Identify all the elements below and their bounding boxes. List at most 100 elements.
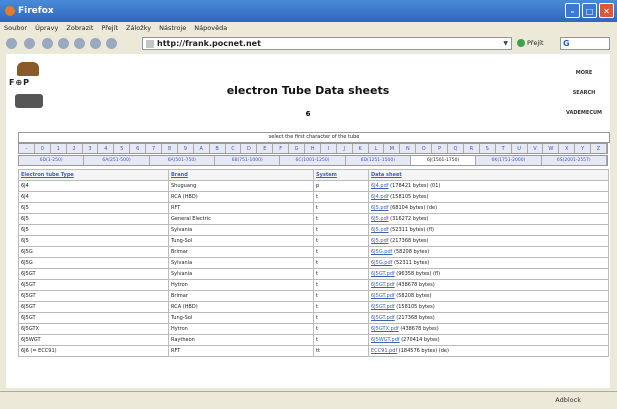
char-link[interactable]: A <box>194 144 210 153</box>
bookmark-icon[interactable] <box>106 38 117 49</box>
datasheet-link[interactable]: 6J5GTX.pdf <box>371 326 399 332</box>
char-link[interactable]: W <box>543 144 560 153</box>
char-link[interactable]: U <box>512 144 528 153</box>
right-links: MORE SEARCH VADEMECUM <box>564 70 604 130</box>
menu-file[interactable]: Soubor <box>4 24 27 32</box>
char-link[interactable]: 9 <box>178 144 194 153</box>
datasheet-link[interactable]: 6J5.pdf <box>371 238 389 244</box>
char-link[interactable]: S <box>480 144 496 153</box>
range-link[interactable]: 6B(751-1000) <box>215 156 281 165</box>
history-icon[interactable] <box>90 38 101 49</box>
col-brand[interactable]: Brand <box>168 169 314 181</box>
datasheet-link[interactable]: 6J5G.pdf <box>371 249 392 255</box>
menu-edit[interactable]: Úpravy <box>35 24 58 32</box>
cell-brand: RFT <box>168 345 314 357</box>
reload-icon[interactable] <box>42 38 53 49</box>
datasheet-link[interactable]: 6J5.pdf <box>371 227 389 233</box>
char-link[interactable]: B <box>210 144 226 153</box>
char-link[interactable]: 1 <box>51 144 67 153</box>
char-link[interactable]: 4 <box>98 144 115 153</box>
search-link[interactable]: SEARCH <box>564 90 604 96</box>
char-link[interactable]: H <box>305 144 321 153</box>
char-link[interactable]: J <box>337 144 353 153</box>
range-link[interactable]: 6D(1-250) <box>19 156 85 165</box>
char-link[interactable]: D <box>241 144 258 153</box>
datasheet-link[interactable]: 6J5G.pdf <box>371 260 392 266</box>
col-system[interactable]: System <box>313 169 369 181</box>
address-bar[interactable]: http://frank.pocnet.net ▼ <box>142 37 512 50</box>
menu-help[interactable]: Nápověda <box>194 24 227 32</box>
stop-icon[interactable] <box>58 38 69 49</box>
char-link[interactable]: L <box>369 144 385 153</box>
char-link[interactable]: 0 <box>35 144 51 153</box>
chevron-down-icon[interactable]: ▼ <box>503 38 508 49</box>
char-link[interactable]: E <box>257 144 274 153</box>
range-link[interactable]: 6K(1751-2000) <box>476 156 542 165</box>
char-link[interactable]: I <box>321 144 337 153</box>
char-link[interactable]: O <box>416 144 433 153</box>
char-link[interactable]: 8 <box>162 144 178 153</box>
datasheet-link[interactable]: 6J5GT.pdf <box>371 304 395 310</box>
char-link[interactable]: - <box>19 144 35 153</box>
range-link[interactable]: 6A(501-750) <box>150 156 215 165</box>
more-link[interactable]: MORE <box>564 70 604 76</box>
cell-brand: Sylvania <box>168 268 314 280</box>
char-link[interactable]: C <box>226 144 242 153</box>
datasheet-link[interactable]: 6J5.pdf <box>371 205 389 211</box>
range-link[interactable]: 6A(251-500) <box>84 156 150 165</box>
close-button[interactable]: ✕ <box>599 3 614 18</box>
search-box[interactable]: G <box>560 37 610 50</box>
char-link[interactable]: N <box>400 144 417 153</box>
back-icon[interactable] <box>6 38 17 49</box>
menu-go[interactable]: Přejít <box>101 24 118 32</box>
col-type[interactable]: Electron tube Type <box>18 169 169 181</box>
range-link[interactable]: 6C(1001-1250) <box>280 156 346 165</box>
char-link[interactable]: V <box>528 144 544 153</box>
maximize-button[interactable]: □ <box>582 3 597 18</box>
menu-tools[interactable]: Nástroje <box>159 24 186 32</box>
char-link[interactable]: 3 <box>83 144 99 153</box>
char-link[interactable]: Y <box>575 144 592 153</box>
minimize-button[interactable]: – <box>565 3 580 18</box>
char-link[interactable]: K <box>353 144 369 153</box>
char-link[interactable]: M <box>384 144 401 153</box>
datasheet-link[interactable]: 6J5GT.pdf <box>371 315 395 321</box>
datasheet-link[interactable]: 6J5GT.pdf <box>371 282 395 288</box>
datasheet-link[interactable]: 6J5.pdf <box>371 216 389 222</box>
char-link[interactable]: T <box>496 144 512 153</box>
char-link[interactable]: Z <box>591 144 607 153</box>
adblock-label[interactable]: Adblock <box>555 392 581 408</box>
char-link[interactable]: G <box>289 144 306 153</box>
table-row: 6J4 Shuguang p 6J4.pdf (178421 bytes) (01) <box>18 180 609 192</box>
char-link[interactable]: X <box>559 144 576 153</box>
forward-icon[interactable] <box>24 38 35 49</box>
range-link[interactable]: 6S(2001-2557) <box>542 156 607 165</box>
datasheet-link[interactable]: 6J4.pdf <box>371 194 389 200</box>
cell-type: 6J5GT <box>18 312 169 324</box>
char-link[interactable]: 2 <box>67 144 83 153</box>
range-link[interactable]: 6D(1251-1500) <box>346 156 411 165</box>
datasheet-link[interactable]: 6J5GT.pdf <box>371 293 395 299</box>
col-datasheet[interactable]: Data sheet <box>368 169 609 181</box>
go-button[interactable]: Přejít <box>517 38 544 49</box>
char-link[interactable]: F <box>273 144 290 153</box>
char-link[interactable]: 7 <box>146 144 163 153</box>
menu-bookmarks[interactable]: Záložky <box>126 24 151 32</box>
go-icon <box>517 39 525 47</box>
datasheet-link[interactable]: ECC91.pdf <box>371 348 397 354</box>
char-link[interactable]: Q <box>448 144 464 153</box>
datasheet-link[interactable]: 6J4.pdf <box>371 183 389 189</box>
datasheet-link[interactable]: 6J5GT.pdf <box>371 271 395 277</box>
char-link[interactable]: 5 <box>114 144 131 153</box>
home-icon[interactable] <box>74 38 85 49</box>
menu-view[interactable]: Zobrazit <box>66 24 93 32</box>
char-link[interactable]: P <box>432 144 449 153</box>
page-content: F⊕P electron Tube Data sheets 6 MORE SEA… <box>6 54 610 388</box>
range-link[interactable]: 6J(1501-1750) <box>410 156 477 165</box>
char-link[interactable]: 6 <box>130 144 147 153</box>
vademecum-link[interactable]: VADEMECUM <box>564 110 604 116</box>
cell-system: t <box>313 257 369 269</box>
datasheet-link[interactable]: 6J5WGT.pdf <box>371 337 400 343</box>
cell-brand: RFT <box>168 202 314 214</box>
char-link[interactable]: R <box>464 144 480 153</box>
